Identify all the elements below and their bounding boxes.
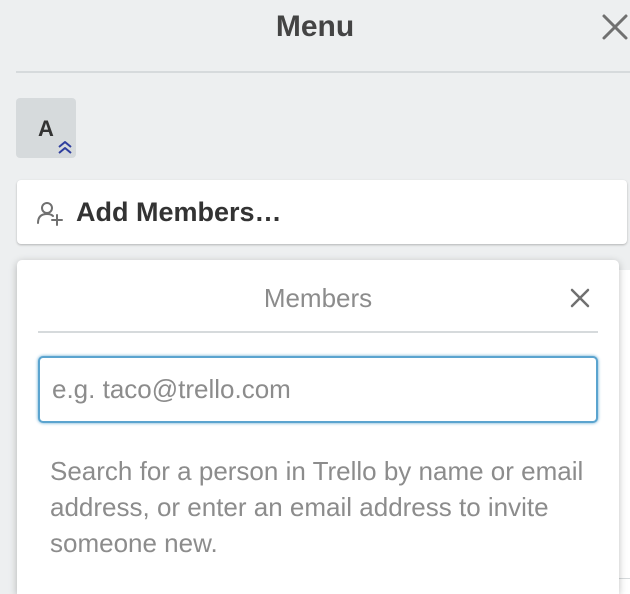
- members-popover: Members Search for a person in Trello by…: [17, 260, 619, 594]
- add-members-button[interactable]: Add Members…: [17, 180, 627, 244]
- double-chevron-up-icon: [56, 138, 74, 156]
- add-members-label: Add Members…: [76, 197, 282, 227]
- background-card-edge: [618, 270, 630, 594]
- add-person-icon: [37, 200, 63, 226]
- member-search-input[interactable]: [38, 356, 598, 423]
- member-avatar[interactable]: A: [16, 98, 76, 158]
- menu-title: Menu: [275, 10, 355, 43]
- divider: [38, 331, 598, 333]
- divider: [619, 578, 630, 579]
- help-text: Search for a person in Trello by name or…: [50, 456, 584, 558]
- menu-panel: Menu A Add Members… Members e.g. taco@tr…: [0, 0, 630, 594]
- close-icon[interactable]: [568, 286, 592, 310]
- menu-header: Menu: [16, 0, 630, 73]
- close-icon[interactable]: [600, 12, 630, 42]
- popover-title: Members: [263, 283, 373, 313]
